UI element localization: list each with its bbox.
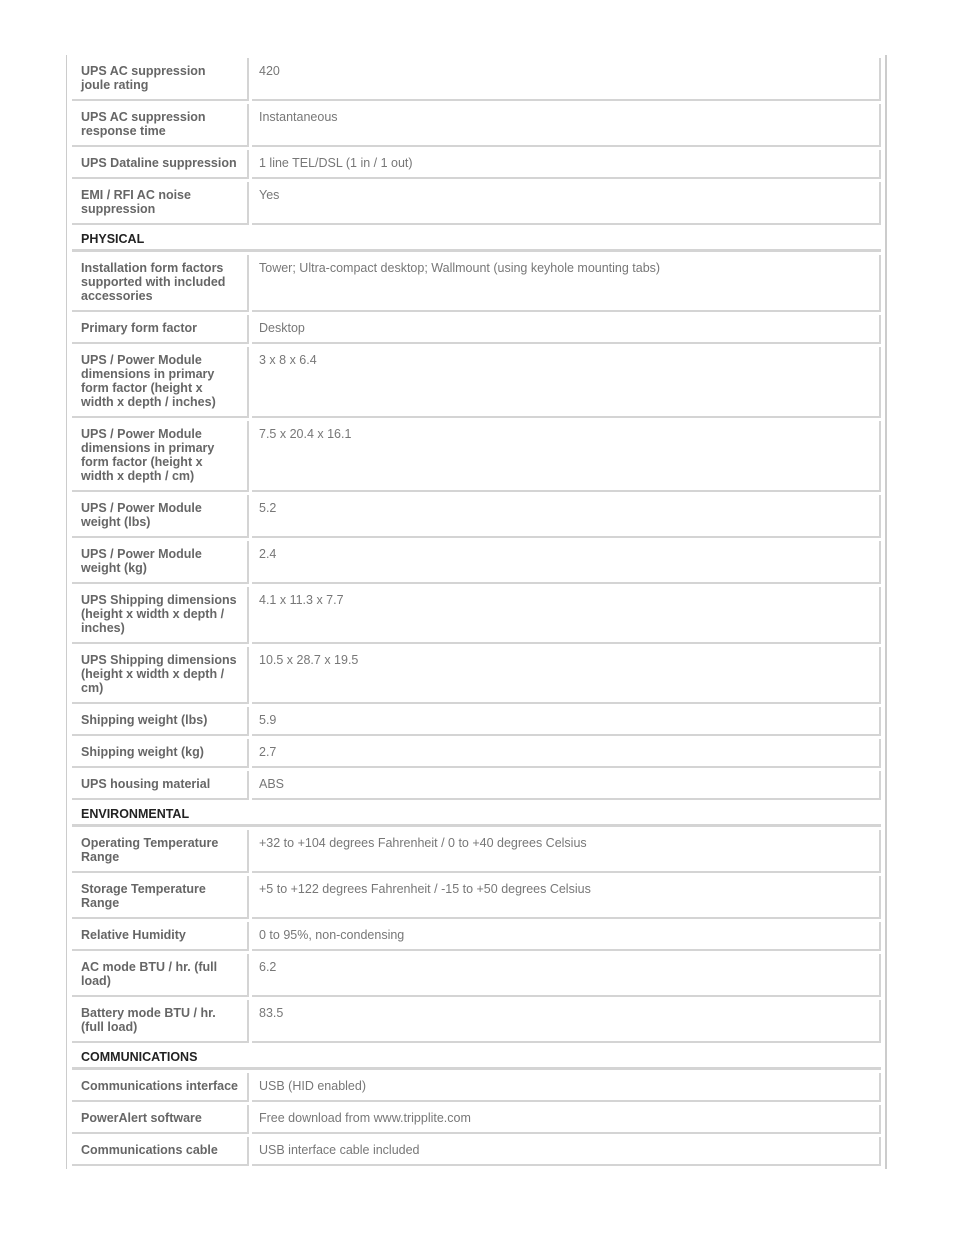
spec-value: 2.4: [252, 541, 881, 584]
spec-label: EMI / RFI AC noise suppression: [72, 182, 249, 225]
spec-row: Storage Temperature Range +5 to +122 degr…: [72, 876, 881, 919]
spec-row: UPS / Power Module weight (lbs) 5.2: [72, 495, 881, 538]
spec-value: Desktop: [252, 315, 881, 344]
spec-value: 83.5: [252, 1000, 881, 1043]
section-header-row: PHYSICAL: [72, 228, 881, 252]
spec-label: Operating Temperature Range: [72, 830, 249, 873]
spec-row: Shipping weight (lbs) 5.9: [72, 707, 881, 736]
spec-row: UPS AC suppression joule rating 420: [72, 58, 881, 101]
spec-value: +5 to +122 degrees Fahrenheit / -15 to +…: [252, 876, 881, 919]
spec-table-frame: UPS AC suppression joule rating 420 UPS AC…: [66, 55, 887, 1169]
spec-row: UPS Shipping dimensions (height x width …: [72, 647, 881, 704]
spec-row: UPS / Power Module dimensions in primary…: [72, 421, 881, 492]
spec-label: UPS Dataline suppression: [72, 150, 249, 179]
spec-row: Communications interface USB (HID enabled…: [72, 1073, 881, 1102]
spec-row: UPS Dataline suppression 1 line TEL/DSL (…: [72, 150, 881, 179]
spec-label: UPS / Power Module weight (kg): [72, 541, 249, 584]
spec-value: Instantaneous: [252, 104, 881, 147]
spec-table: UPS AC suppression joule rating 420 UPS AC…: [69, 55, 884, 1169]
spec-row: UPS / Power Module dimensions in primary…: [72, 347, 881, 418]
spec-label: UPS / Power Module dimensions in primary…: [72, 347, 249, 418]
spec-label: Primary form factor: [72, 315, 249, 344]
spec-label: Shipping weight (lbs): [72, 707, 249, 736]
spec-label: Communications cable: [72, 1137, 249, 1166]
spec-value: 420: [252, 58, 881, 101]
spec-label: UPS Shipping dimensions (height x width …: [72, 587, 249, 644]
spec-row: Primary form factor Desktop: [72, 315, 881, 344]
spec-label: Installation form factors supported with…: [72, 255, 249, 312]
spec-value: 10.5 x 28.7 x 19.5: [252, 647, 881, 704]
spec-value: 3 x 8 x 6.4: [252, 347, 881, 418]
spec-label: PowerAlert software: [72, 1105, 249, 1134]
spec-label: Relative Humidity: [72, 922, 249, 951]
spec-row: EMI / RFI AC noise suppression Yes: [72, 182, 881, 225]
spec-label: UPS housing material: [72, 771, 249, 800]
spec-value: ABS: [252, 771, 881, 800]
spec-row: UPS / Power Module weight (kg) 2.4: [72, 541, 881, 584]
spec-value: Yes: [252, 182, 881, 225]
spec-value: Tower; Ultra-compact desktop; Wallmount …: [252, 255, 881, 312]
spec-label: Shipping weight (kg): [72, 739, 249, 768]
spec-value: 2.7: [252, 739, 881, 768]
spec-row: Installation form factors supported with…: [72, 255, 881, 312]
spec-row: UPS AC suppression response time Instanta…: [72, 104, 881, 147]
section-title: PHYSICAL: [72, 228, 881, 252]
spec-row: PowerAlert software Free download from ww…: [72, 1105, 881, 1134]
spec-value: 7.5 x 20.4 x 16.1: [252, 421, 881, 492]
spec-row: Operating Temperature Range +32 to +104 d…: [72, 830, 881, 873]
spec-value: 5.9: [252, 707, 881, 736]
spec-value: USB interface cable included: [252, 1137, 881, 1166]
spec-label: Storage Temperature Range: [72, 876, 249, 919]
spec-value: USB (HID enabled): [252, 1073, 881, 1102]
spec-table-body: UPS AC suppression joule rating 420 UPS AC…: [72, 58, 881, 1166]
spec-row: Relative Humidity 0 to 95%, non-condensin…: [72, 922, 881, 951]
spec-row: UPS Shipping dimensions (height x width …: [72, 587, 881, 644]
spec-label: Battery mode BTU / hr. (full load): [72, 1000, 249, 1043]
spec-label: UPS AC suppression response time: [72, 104, 249, 147]
section-header-row: ENVIRONMENTAL: [72, 803, 881, 827]
spec-row: UPS housing material ABS: [72, 771, 881, 800]
section-title: ENVIRONMENTAL: [72, 803, 881, 827]
spec-value: 4.1 x 11.3 x 7.7: [252, 587, 881, 644]
section-title: COMMUNICATIONS: [72, 1046, 881, 1070]
spec-label: UPS / Power Module dimensions in primary…: [72, 421, 249, 492]
spec-label: AC mode BTU / hr. (full load): [72, 954, 249, 997]
spec-row: AC mode BTU / hr. (full load) 6.2: [72, 954, 881, 997]
spec-row: Communications cable USB interface cable …: [72, 1137, 881, 1166]
spec-label: UPS Shipping dimensions (height x width …: [72, 647, 249, 704]
spec-value: 0 to 95%, non-condensing: [252, 922, 881, 951]
spec-value: 1 line TEL/DSL (1 in / 1 out): [252, 150, 881, 179]
spec-label: Communications interface: [72, 1073, 249, 1102]
spec-row: Battery mode BTU / hr. (full load) 83.5: [72, 1000, 881, 1043]
spec-label: UPS / Power Module weight (lbs): [72, 495, 249, 538]
spec-label: UPS AC suppression joule rating: [72, 58, 249, 101]
section-header-row: COMMUNICATIONS: [72, 1046, 881, 1070]
spec-value: 6.2: [252, 954, 881, 997]
spec-value: +32 to +104 degrees Fahrenheit / 0 to +4…: [252, 830, 881, 873]
spec-value: Free download from www.tripplite.com: [252, 1105, 881, 1134]
spec-value: 5.2: [252, 495, 881, 538]
spec-row: Shipping weight (kg) 2.7: [72, 739, 881, 768]
